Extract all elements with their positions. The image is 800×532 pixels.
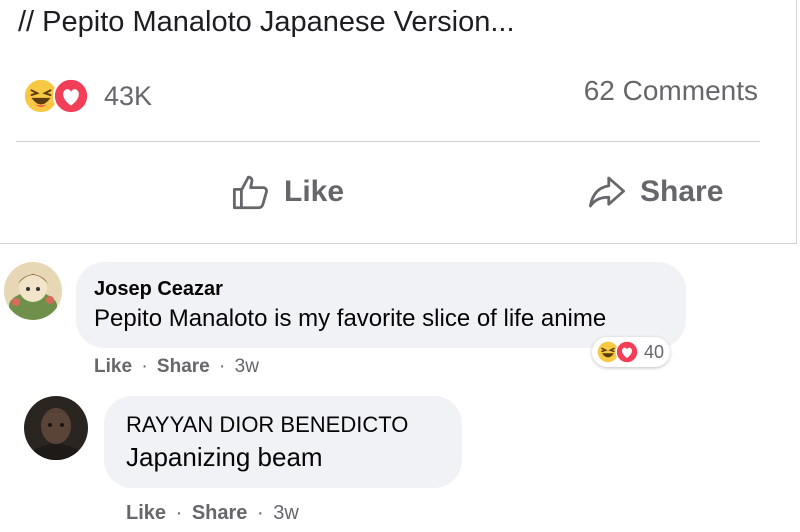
share-arrow-icon bbox=[588, 176, 626, 208]
comment-text: Japanizing beam bbox=[126, 442, 323, 472]
comment-author[interactable]: Josep Ceazar bbox=[94, 278, 223, 301]
divider bbox=[16, 141, 760, 142]
separator: · bbox=[175, 502, 183, 524]
love-heart-icon bbox=[52, 77, 90, 115]
separator: · bbox=[256, 502, 264, 524]
avatar[interactable] bbox=[24, 396, 88, 460]
post-text: // Pepito Manaloto Japanese Version... bbox=[18, 6, 515, 38]
comment-bubble: Josep Ceazar Pepito Manaloto is my favor… bbox=[76, 262, 686, 348]
comment-author[interactable]: RAYYAN DIOR BENEDICTO bbox=[126, 412, 408, 438]
comment-text: Pepito Manaloto is my favorite slice of … bbox=[94, 305, 607, 332]
love-heart-icon bbox=[615, 340, 639, 364]
comment-share-link[interactable]: Share bbox=[157, 356, 210, 377]
share-button-label: Share bbox=[640, 175, 724, 208]
thumbs-up-icon bbox=[232, 175, 268, 210]
comment-reactions[interactable]: 40 bbox=[592, 337, 671, 367]
share-button[interactable]: Share bbox=[586, 166, 723, 218]
comment-timestamp[interactable]: 3w bbox=[235, 356, 259, 377]
comment-reaction-count: 40 bbox=[644, 341, 665, 362]
like-button[interactable]: Like bbox=[230, 166, 344, 218]
post-card: // Pepito Manaloto Japanese Version... 4… bbox=[0, 0, 797, 244]
comments-count-link[interactable]: 62 Comments bbox=[584, 75, 758, 107]
comment-share-link[interactable]: Share bbox=[192, 502, 248, 524]
separator: · bbox=[141, 356, 148, 377]
post-reactions[interactable]: 43K bbox=[22, 76, 152, 116]
comment-actions: Like · Share · 3w bbox=[94, 356, 259, 378]
avatar[interactable] bbox=[4, 262, 62, 320]
comment-actions: Like · Share · 3w bbox=[126, 502, 299, 525]
like-button-label: Like bbox=[284, 175, 345, 208]
comment-like-link[interactable]: Like bbox=[126, 502, 166, 524]
comment-bubble: RAYYAN DIOR BENEDICTO Japanizing beam bbox=[104, 396, 462, 488]
comment-timestamp[interactable]: 3w bbox=[273, 502, 299, 524]
reaction-count: 43K bbox=[104, 80, 153, 111]
comment-like-link[interactable]: Like bbox=[94, 356, 132, 377]
separator: · bbox=[219, 356, 226, 377]
